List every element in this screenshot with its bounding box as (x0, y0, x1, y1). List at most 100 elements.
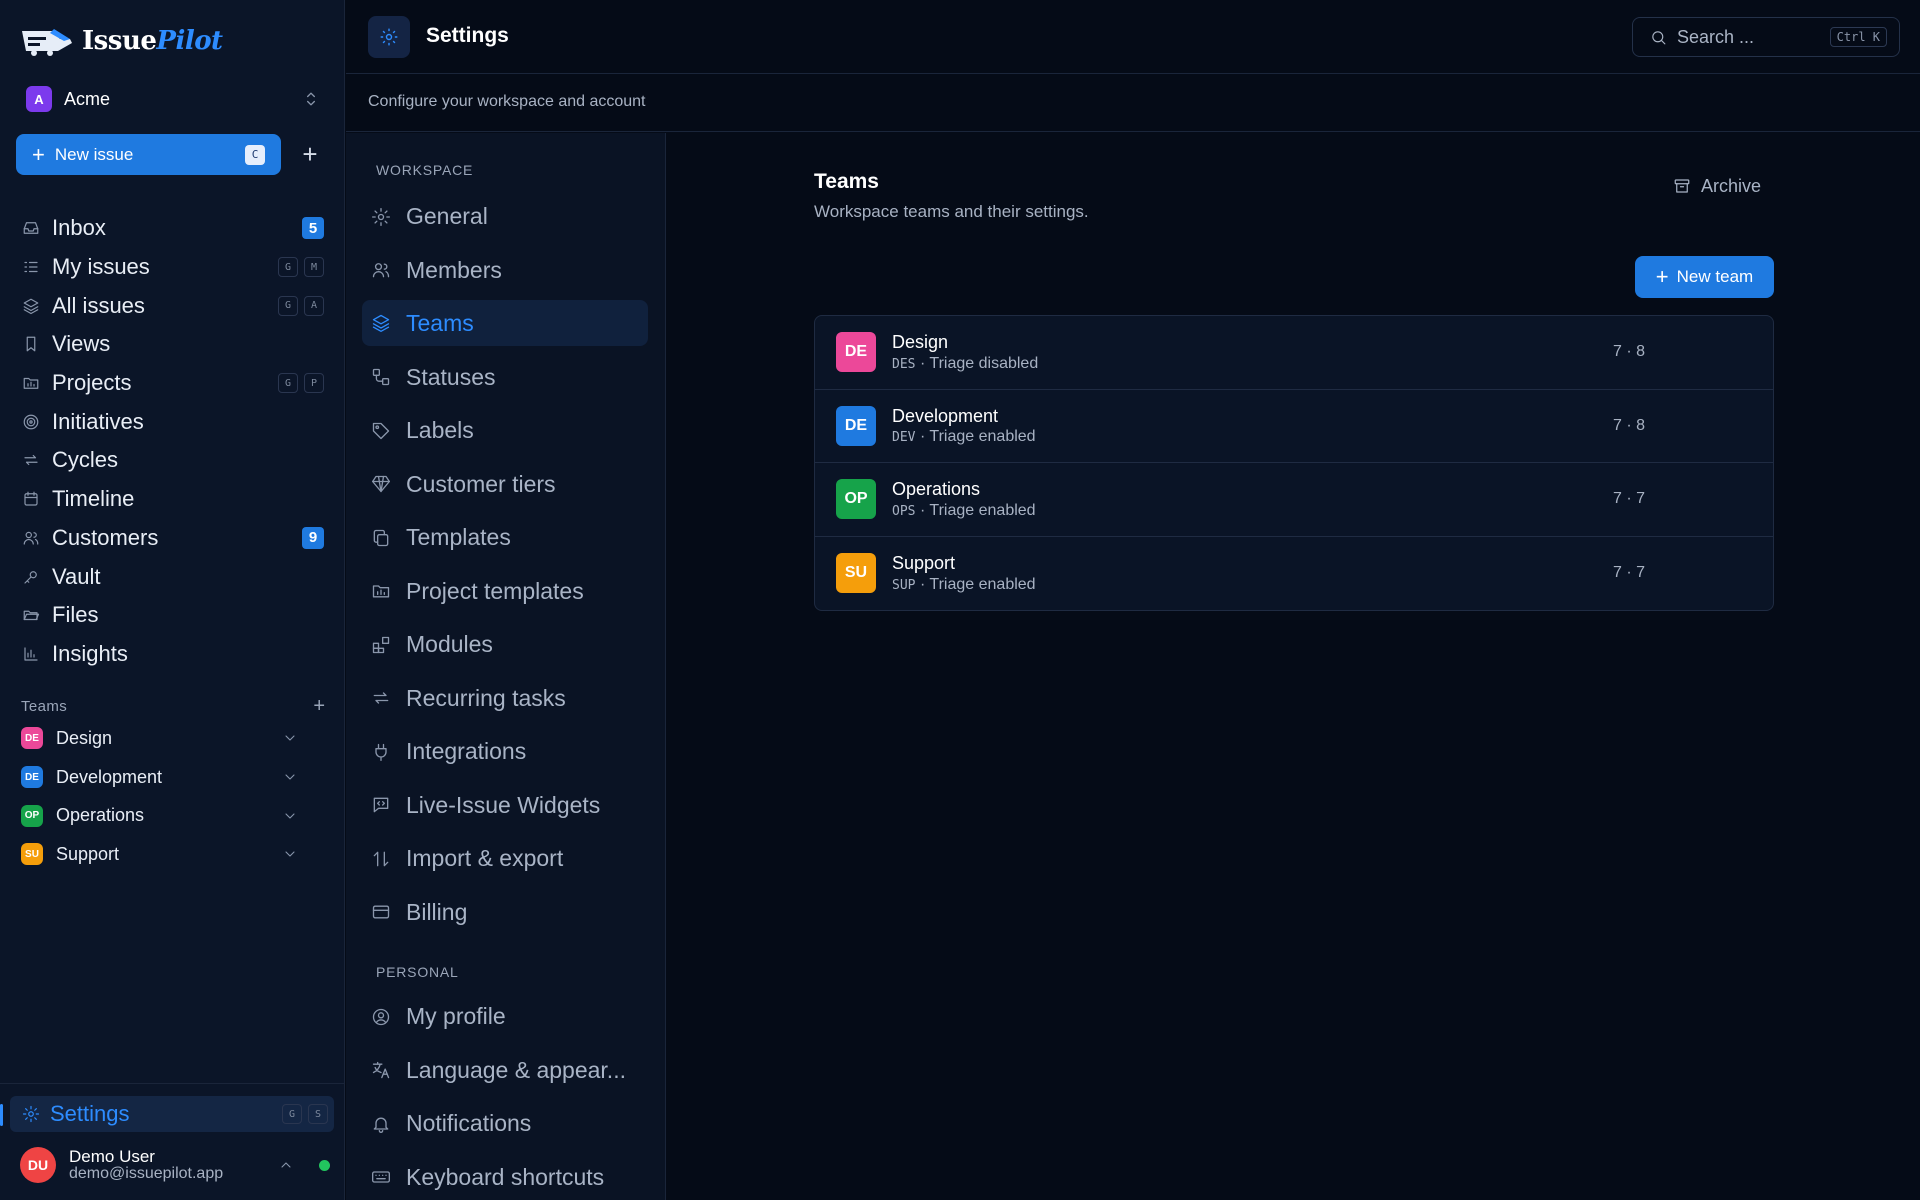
sidebar-team-development[interactable]: DE Development (21, 758, 301, 797)
search-input[interactable]: Search ... Ctrl K (1632, 17, 1900, 57)
settings-item-import-export[interactable]: Import & export (362, 832, 648, 886)
plane-logo-icon (20, 25, 74, 57)
shortcut-keys: GS (282, 1104, 328, 1124)
team-row[interactable]: DE Design DES · Triage disabled 7 · 8 (815, 316, 1773, 390)
team-avatar: OP (836, 479, 876, 520)
settings-item-teams[interactable]: Teams (362, 300, 648, 346)
sidebar-team-support[interactable]: SU Support (21, 835, 301, 874)
nav-item-vault[interactable]: Vault (16, 557, 330, 596)
settings-item-customer-tiers[interactable]: Customer tiers (362, 458, 648, 512)
nav-item-initiatives[interactable]: Initiatives (16, 402, 330, 441)
settings-item-templates[interactable]: Templates (362, 511, 648, 565)
settings-item-billing[interactable]: Billing (362, 886, 648, 940)
nav-item-timeline[interactable]: Timeline (16, 480, 330, 519)
settings-personal-list: My profile Language & appear... Notifica… (362, 990, 648, 1200)
main-nav: Inbox 5 My issues GM All issues GA Views… (16, 209, 330, 673)
calendar-icon (20, 488, 42, 510)
team-key: SUP (892, 577, 916, 593)
search-icon (1647, 26, 1669, 48)
settings-item-general[interactable]: General (362, 190, 648, 244)
nav-item-all-issues[interactable]: All issues GA (16, 286, 330, 325)
bookmark-icon (20, 333, 42, 355)
settings-item-label: My profile (406, 1003, 506, 1030)
user-menu[interactable]: DU Demo User demo@issuepilot.app (20, 1145, 330, 1185)
bell-icon (370, 1113, 392, 1135)
team-avatar: DE (836, 405, 876, 446)
nav-label: Settings (50, 1101, 130, 1126)
repeat-icon (20, 449, 42, 471)
team-counts: 7 · 7 (1612, 490, 1645, 508)
shortcut-keys: GP (278, 373, 324, 394)
users-icon (370, 259, 392, 281)
new-team-button[interactable]: + New team (1635, 256, 1774, 298)
settings-item-labels[interactable]: Labels (362, 404, 648, 458)
settings-item-keyboard-shortcuts[interactable]: Keyboard shortcuts (362, 1151, 648, 1200)
plus-icon: + (1655, 264, 1669, 289)
team-counts: 7 · 8 (1612, 416, 1645, 434)
nav-item-customers[interactable]: Customers 9 (16, 519, 330, 558)
key: M (304, 257, 324, 278)
archive-button[interactable]: Archive (1671, 175, 1761, 197)
team-key: OPS (892, 503, 916, 519)
team-counts: 7 · 7 (1612, 564, 1645, 582)
create-menu-button[interactable]: + (296, 139, 324, 169)
team-name: Support (892, 553, 956, 573)
target-icon (20, 411, 42, 433)
chevron-down-icon[interactable] (279, 843, 301, 865)
logo-text-issue: Issue (82, 26, 157, 56)
chevron-down-icon[interactable] (279, 766, 301, 788)
settings-item-project-templates[interactable]: Project templates (362, 565, 648, 619)
sidebar-team-operations[interactable]: OP Operations (21, 796, 301, 835)
settings-item-statuses[interactable]: Statuses (362, 351, 648, 405)
settings-item-live-issue-widgets[interactable]: Live-Issue Widgets (362, 779, 648, 833)
layers-icon (20, 295, 42, 317)
keyboard-icon (370, 1166, 392, 1188)
nav-label: Initiatives (52, 408, 144, 434)
team-row[interactable]: SU Support SUP · Triage enabled 7 · 7 (815, 537, 1773, 611)
workflow-icon (370, 366, 392, 388)
workspace-switcher[interactable]: A Acme (26, 84, 322, 114)
nav-item-settings[interactable]: Settings GS (10, 1096, 334, 1132)
nav-item-projects[interactable]: Projects GP (16, 364, 330, 403)
settings-item-integrations[interactable]: Integrations (362, 725, 648, 779)
team-row[interactable]: OP Operations OPS · Triage enabled 7 · 7 (815, 463, 1773, 537)
key: G (282, 1104, 302, 1124)
triage-status: · Triage disabled (919, 354, 1039, 372)
key: G (278, 295, 298, 316)
tag-icon (370, 420, 392, 442)
nav-item-insights[interactable]: Insights (16, 635, 330, 674)
bar-chart-icon (20, 643, 42, 665)
settings-section-personal: PERSONAL (376, 964, 459, 980)
nav-item-inbox[interactable]: Inbox 5 (16, 209, 330, 248)
settings-item-modules[interactable]: Modules (362, 618, 648, 672)
teams-section-label: Teams (21, 698, 68, 715)
nav-item-files[interactable]: Files (16, 596, 330, 635)
settings-item-members[interactable]: Members (362, 244, 648, 298)
nav-item-my-issues[interactable]: My issues GM (16, 248, 330, 287)
add-team-button[interactable]: + (313, 695, 325, 718)
nav-item-cycles[interactable]: Cycles (16, 441, 330, 480)
chevron-down-icon[interactable] (279, 727, 301, 749)
new-issue-label: New issue (54, 144, 134, 164)
gear-icon (370, 206, 392, 228)
new-issue-button[interactable]: + New issue C (16, 134, 281, 175)
settings-item-my-profile[interactable]: My profile (362, 990, 648, 1044)
team-row[interactable]: DE Development DEV · Triage enabled 7 · … (815, 390, 1773, 463)
online-status-dot (319, 1159, 330, 1171)
team-avatar: DE (21, 727, 43, 750)
nav-item-views[interactable]: Views (16, 325, 330, 364)
settings-item-label: Keyboard shortcuts (406, 1163, 605, 1190)
app-logo[interactable]: IssuePilot (20, 24, 223, 58)
chevron-down-icon[interactable] (279, 805, 301, 827)
sidebar-team-design[interactable]: DE Design (21, 719, 301, 758)
settings-item-recurring-tasks[interactable]: Recurring tasks (362, 672, 648, 726)
team-avatar: OP (21, 804, 43, 827)
settings-item-label: General (406, 203, 488, 230)
settings-section-workspace: WORKSPACE (376, 162, 474, 178)
settings-item-language-appearance[interactable]: Language & appear... (362, 1044, 648, 1098)
layers-icon (370, 312, 392, 334)
shortcut-keys: GM (278, 257, 324, 278)
key: S (308, 1104, 328, 1124)
teams-settings-panel: Teams Workspace teams and their settings… (667, 133, 1920, 1200)
settings-item-notifications[interactable]: Notifications (362, 1097, 648, 1151)
